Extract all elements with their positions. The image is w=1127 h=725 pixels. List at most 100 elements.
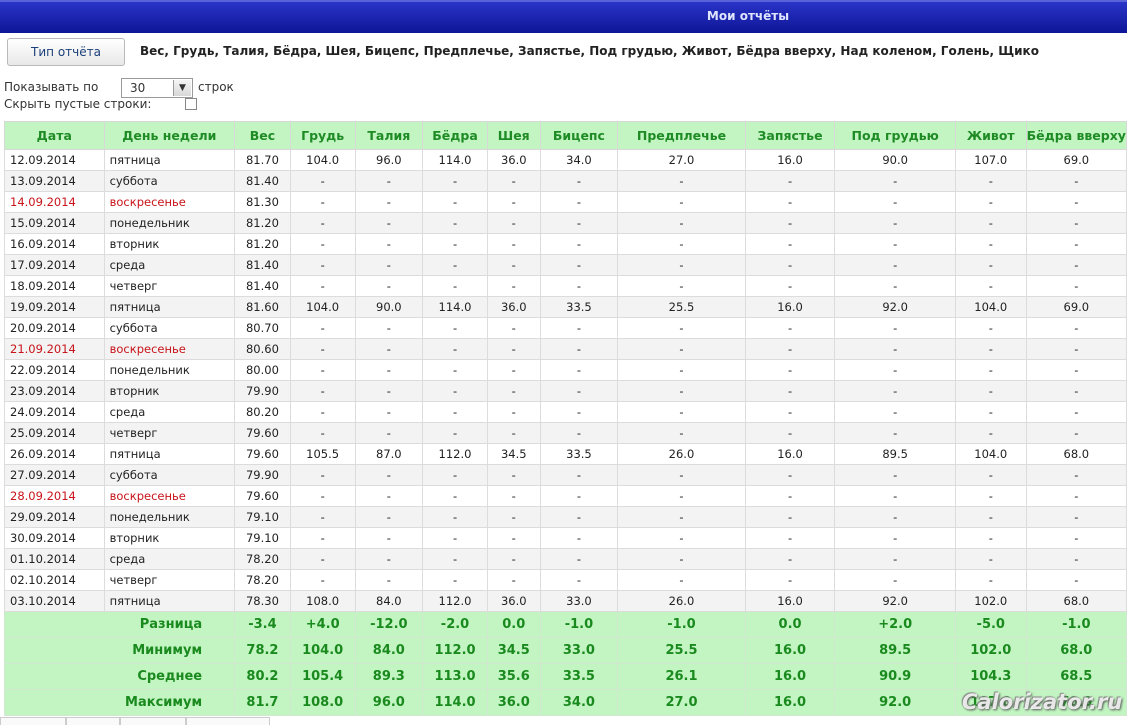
value-cell: - xyxy=(354,422,424,444)
value-cell: - xyxy=(1025,191,1127,213)
column-header[interactable]: Шея xyxy=(486,121,541,150)
value-cell: - xyxy=(289,170,356,192)
table-row: 12.09.2014 пятница 81.70 104.0 96.0 114.0 36.0… xyxy=(4,149,1127,171)
column-header[interactable]: Дата xyxy=(4,121,105,150)
table-header-row: Дата День недели Вес Грудь Талия Бёдра Шея Бице… xyxy=(4,121,1127,150)
value-cell: - xyxy=(617,338,746,360)
value-cell: - xyxy=(486,548,541,570)
column-header[interactable]: Грудь xyxy=(289,121,356,150)
weekday-cell: четверг xyxy=(103,422,236,444)
weekday-cell: четверг xyxy=(103,275,236,297)
summary-value: -3.4 xyxy=(234,611,291,638)
value-cell: 36.0 xyxy=(486,296,541,318)
value-cell: - xyxy=(954,422,1027,444)
value-cell: - xyxy=(354,506,424,528)
measures-list: Вес, Грудь, Талия, Бёдра, Шея, Бицепс, П… xyxy=(140,44,1039,58)
column-header[interactable]: Вес xyxy=(234,121,291,150)
value-cell: 81.40 xyxy=(234,254,291,276)
value-cell: - xyxy=(539,548,619,570)
value-cell: - xyxy=(354,359,424,381)
value-cell: - xyxy=(539,191,619,213)
value-cell: - xyxy=(486,485,541,507)
value-cell: - xyxy=(289,401,356,423)
table-row: 18.09.2014 четверг 81.40- - - - - - - - - - xyxy=(4,275,1127,297)
date-cell: 22.09.2014 xyxy=(4,359,105,381)
column-header[interactable]: Бёдра xyxy=(422,121,488,150)
value-cell: - xyxy=(354,254,424,276)
column-header[interactable]: Запястье xyxy=(744,121,836,150)
summary-row: Разница -3.4 +4.0 -12.0 -2.0 0.0 -1.0 -1.0 0.0 +2… xyxy=(3,611,1127,638)
value-cell: - xyxy=(954,464,1027,486)
value-cell: - xyxy=(954,506,1027,528)
value-cell: - xyxy=(486,170,541,192)
value-cell: - xyxy=(954,569,1027,591)
value-cell: 79.90 xyxy=(234,464,291,486)
column-header[interactable]: Бицепс xyxy=(539,121,619,150)
value-cell: - xyxy=(954,254,1027,276)
value-cell: - xyxy=(744,317,836,339)
value-cell: - xyxy=(539,275,619,297)
column-header[interactable]: Живот xyxy=(954,121,1027,150)
value-cell: - xyxy=(289,527,356,549)
weekday-cell: суббота xyxy=(103,464,236,486)
value-cell: - xyxy=(1025,170,1127,192)
value-cell: 87.0 xyxy=(354,443,424,465)
summary-value: 112.0 xyxy=(422,637,488,664)
report-table: Дата День недели Вес Грудь Талия Бёдра Шея Бице… xyxy=(3,121,1127,716)
value-cell: 108.0 xyxy=(289,590,356,612)
report-type-button[interactable]: Тип отчёта xyxy=(7,38,125,66)
value-cell: 102.0 xyxy=(954,590,1027,612)
value-cell: - xyxy=(954,401,1027,423)
column-header[interactable]: Талия xyxy=(354,121,424,150)
date-cell: 15.09.2014 xyxy=(4,212,105,234)
value-cell: - xyxy=(744,401,836,423)
column-header[interactable]: Бёдра вверху xyxy=(1025,121,1127,150)
table-row: 21.09.2014 воскресенье 80.60- - - - - - - - - - xyxy=(4,338,1127,360)
value-cell: - xyxy=(422,485,488,507)
value-cell: 78.30 xyxy=(234,590,291,612)
title-bar: Мои отчёты xyxy=(0,0,1127,33)
column-header[interactable]: Под грудью xyxy=(834,121,956,150)
summary-value: 16.0 xyxy=(744,689,836,716)
value-cell: 81.70 xyxy=(234,149,291,171)
value-cell: - xyxy=(486,464,541,486)
table-row: 29.09.2014 понедельник 79.10- - - - - - - - - - xyxy=(4,506,1127,528)
value-cell: - xyxy=(834,506,956,528)
value-cell: 25.5 xyxy=(617,296,746,318)
value-cell: - xyxy=(289,233,356,255)
hide-empty-control: Скрыть пустые строки: xyxy=(4,97,197,111)
column-header[interactable]: День недели xyxy=(103,121,236,150)
value-cell: 79.60 xyxy=(234,422,291,444)
value-cell: - xyxy=(1025,485,1127,507)
value-cell: 78.20 xyxy=(234,548,291,570)
value-cell: 68.0 xyxy=(1025,590,1127,612)
value-cell: - xyxy=(834,212,956,234)
value-cell: 90.0 xyxy=(834,149,956,171)
summary-label: Разница xyxy=(3,611,236,638)
column-header[interactable]: Предплечье xyxy=(617,121,746,150)
hide-empty-checkbox[interactable] xyxy=(185,98,197,110)
value-cell: 79.60 xyxy=(234,443,291,465)
value-cell: - xyxy=(539,212,619,234)
value-cell: - xyxy=(617,317,746,339)
value-cell: - xyxy=(539,254,619,276)
value-cell: - xyxy=(422,338,488,360)
value-cell: - xyxy=(289,464,356,486)
value-cell: - xyxy=(617,380,746,402)
summary-value: 114.0 xyxy=(422,689,488,716)
date-cell: 01.10.2014 xyxy=(4,548,105,570)
chevron-down-icon[interactable]: ▼ xyxy=(173,80,191,96)
value-cell: - xyxy=(744,338,836,360)
date-cell: 16.09.2014 xyxy=(4,233,105,255)
date-cell: 19.09.2014 xyxy=(4,296,105,318)
rows-per-page-select[interactable]: 30 ▼ xyxy=(121,78,193,98)
value-cell: - xyxy=(289,254,356,276)
date-cell: 12.09.2014 xyxy=(4,149,105,171)
value-cell: - xyxy=(744,569,836,591)
value-cell: - xyxy=(289,485,356,507)
value-cell: 81.30 xyxy=(234,191,291,213)
value-cell: - xyxy=(834,275,956,297)
value-cell: - xyxy=(744,422,836,444)
table-row: 27.09.2014 суббота 79.90- - - - - - - - - - xyxy=(4,464,1127,486)
value-cell: - xyxy=(289,275,356,297)
